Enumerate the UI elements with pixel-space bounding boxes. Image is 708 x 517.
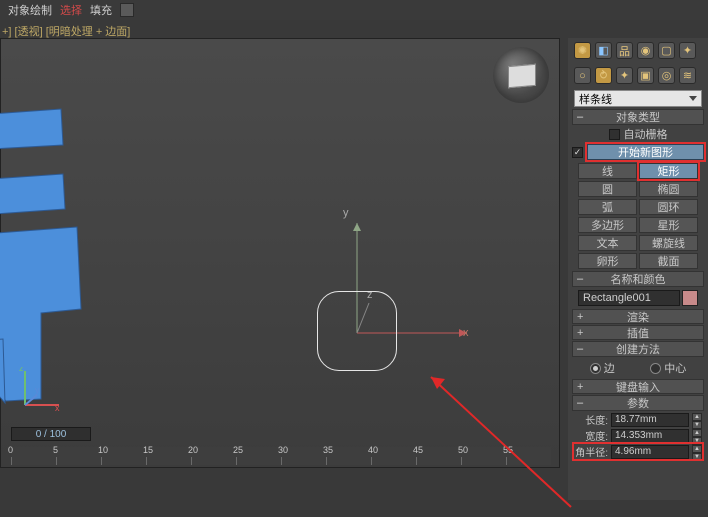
display-tab-icon[interactable]: ▢ [658,42,675,59]
autogrid-checkbox[interactable] [609,129,620,140]
chevron-down-icon [689,96,697,101]
egg-button[interactable]: 卵形 [578,253,637,269]
width-spinner[interactable]: ▲▼ [692,429,702,443]
object-name-input[interactable]: Rectangle001 [578,290,680,306]
hierarchy-tab-icon[interactable]: 品 [616,42,633,59]
text-button[interactable]: 文本 [578,235,637,251]
autogrid-label: 自动栅格 [624,126,668,142]
section-button[interactable]: 截面 [639,253,698,269]
world-axis-icon: z x y [19,367,63,411]
ngon-button[interactable]: 多边形 [578,217,637,233]
helpers-icon[interactable]: ◎ [658,67,675,84]
name-color-header[interactable]: –名称和颜色 [572,271,704,287]
corner-input[interactable]: 4.96mm [611,445,689,459]
corner-label: 角半径: [574,444,608,459]
timeline[interactable]: 0 5 10 15 20 25 30 35 40 45 50 55 [11,447,551,465]
color-swatch[interactable] [682,290,698,306]
dropdown-value: 样条线 [579,91,612,107]
viewport[interactable]: y x z z x y 0 / 100 0 5 10 15 20 25 30 3… [0,38,560,468]
svg-text:z: z [19,367,24,373]
width-label: 宽度: [574,428,608,443]
geometry-icon[interactable]: ○ [574,67,591,84]
viewcube[interactable] [493,47,549,103]
interpolation-rollout[interactable]: +插值 [572,325,704,340]
shapes-icon[interactable]: ⥁ [595,67,612,84]
length-spinner[interactable]: ▲▼ [692,413,702,427]
axis-x-label: x [463,327,469,339]
axis-y-label: y [343,207,349,219]
circle-button[interactable]: 圆 [578,181,637,197]
mode-label[interactable]: 选择 [60,2,82,18]
create-tab-icon[interactable]: ✺ [574,42,591,59]
modify-tab-icon[interactable]: ◧ [595,42,612,59]
arc-button[interactable]: 弧 [578,199,637,215]
center-radio[interactable] [650,363,661,374]
cameras-icon[interactable]: ▣ [637,67,654,84]
start-new-shape-button[interactable]: 开始新图形 [587,144,704,160]
frame-indicator[interactable]: 0 / 100 [11,427,91,441]
fill-label: 填充 [90,2,112,18]
top-toolbar: 对象绘制 选择 填充 [0,0,708,20]
svg-text:y: y [35,385,40,395]
spline-rectangle-object[interactable] [317,291,397,371]
lights-icon[interactable]: ✦ [616,67,633,84]
panel-tab-row-1: ✺ ◧ 品 ◉ ▢ ✦ [568,38,708,63]
corner-spinner[interactable]: ▲▼ [692,445,702,459]
width-input[interactable]: 14.353mm [611,429,689,443]
start-new-shape-checkbox[interactable]: ✓ [572,147,583,158]
length-input[interactable]: 18.77mm [611,413,689,427]
fill-swatch[interactable] [120,3,134,17]
ellipse-button[interactable]: 椭圆 [639,181,698,197]
star-button[interactable]: 星形 [639,217,698,233]
edge-radio[interactable] [590,363,601,374]
method-header[interactable]: –创建方法 [572,341,704,357]
command-panel: ✺ ◧ 品 ◉ ▢ ✦ ○ ⥁ ✦ ▣ ◎ ≋ 样条线 –对象类型 自动栅格 ✓… [568,38,708,500]
motion-tab-icon[interactable]: ◉ [637,42,654,59]
viewport-label[interactable]: +] [透视] [明暗处理 + 边面] [2,23,130,39]
category-dropdown[interactable]: 样条线 [574,90,702,107]
paint-label: 对象绘制 [8,2,52,18]
annotation-arrow [421,367,591,517]
space-warps-icon[interactable]: ≋ [679,67,696,84]
keyboard-rollout[interactable]: +键盘输入 [572,379,704,394]
params-header[interactable]: –参数 [572,395,704,411]
utilities-tab-icon[interactable]: ✦ [679,42,696,59]
svg-text:x: x [55,403,60,411]
donut-button[interactable]: 圆环 [639,199,698,215]
helix-button[interactable]: 螺旋线 [639,235,698,251]
length-label: 长度: [574,412,608,427]
line-button[interactable]: 线 [578,163,637,179]
panel-tab-row-2: ○ ⥁ ✦ ▣ ◎ ≋ [568,63,708,88]
render-rollout[interactable]: +渲染 [572,309,704,324]
rectangle-button[interactable]: 矩形 [639,163,698,179]
object-type-header[interactable]: –对象类型 [572,109,704,125]
